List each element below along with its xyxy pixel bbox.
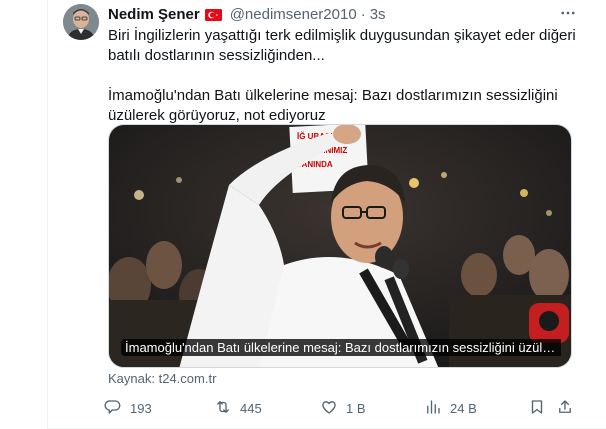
card-photo: İĞ UBAŞI BAŞKANIMIZ YANINDA <box>109 125 571 367</box>
tweet-header: Nedim Şener @nedimsener2010 · 3s <box>108 4 386 24</box>
source-label: Kaynak: <box>108 371 155 386</box>
like-button[interactable]: 1 B <box>320 396 366 420</box>
timeline-rule <box>47 0 48 429</box>
tweet-text-paragraph: İmamoğlu'ndan Batı ülkelerine mesaj: Baz… <box>108 87 558 124</box>
repost-icon <box>214 398 232 419</box>
source-domain[interactable]: t24.com.tr <box>159 371 217 386</box>
like-count: 1 B <box>346 400 366 416</box>
card-title[interactable]: İmamoğlu'ndan Batı ülkelerine mesaj: Baz… <box>121 338 561 358</box>
tweet-text-paragraph: Biri İngilizlerin yaşattığı terk edilmiş… <box>108 27 576 64</box>
card-source: Kaynak: t24.com.tr <box>108 371 216 386</box>
bookmark-icon <box>528 398 546 419</box>
tweet-timestamp[interactable]: 3s <box>370 6 386 23</box>
card-title-text[interactable]: İmamoğlu'ndan Batı ülkelerine mesaj: Baz… <box>121 339 561 356</box>
reply-icon <box>104 398 122 419</box>
share-button[interactable] <box>556 396 574 420</box>
separator-dot: · <box>360 5 366 23</box>
author-name[interactable]: Nedim Şener <box>108 6 200 23</box>
like-icon <box>320 398 338 419</box>
author-avatar[interactable] <box>63 4 99 40</box>
reply-button[interactable]: 193 <box>104 396 152 420</box>
bookmark-button[interactable] <box>528 396 546 420</box>
views-icon <box>424 398 442 419</box>
views-button[interactable]: 24 B <box>424 396 477 420</box>
tweet-text: Biri İngilizlerin yaşattığı terk edilmiş… <box>108 26 578 126</box>
repost-button[interactable]: 445 <box>214 396 262 420</box>
more-icon[interactable] <box>556 2 580 24</box>
share-icon <box>556 398 574 419</box>
tweet-actions: 193 445 1 B 24 B <box>104 396 580 420</box>
reply-count: 193 <box>130 400 152 416</box>
views-count: 24 B <box>450 400 477 416</box>
author-handle[interactable]: @nedimsener2010 <box>230 6 357 23</box>
repost-count: 445 <box>240 400 262 416</box>
turkey-flag-icon <box>204 8 222 21</box>
link-card[interactable]: İĞ UBAŞI BAŞKANIMIZ YANINDA İmamoğlu'nda… <box>108 124 572 368</box>
